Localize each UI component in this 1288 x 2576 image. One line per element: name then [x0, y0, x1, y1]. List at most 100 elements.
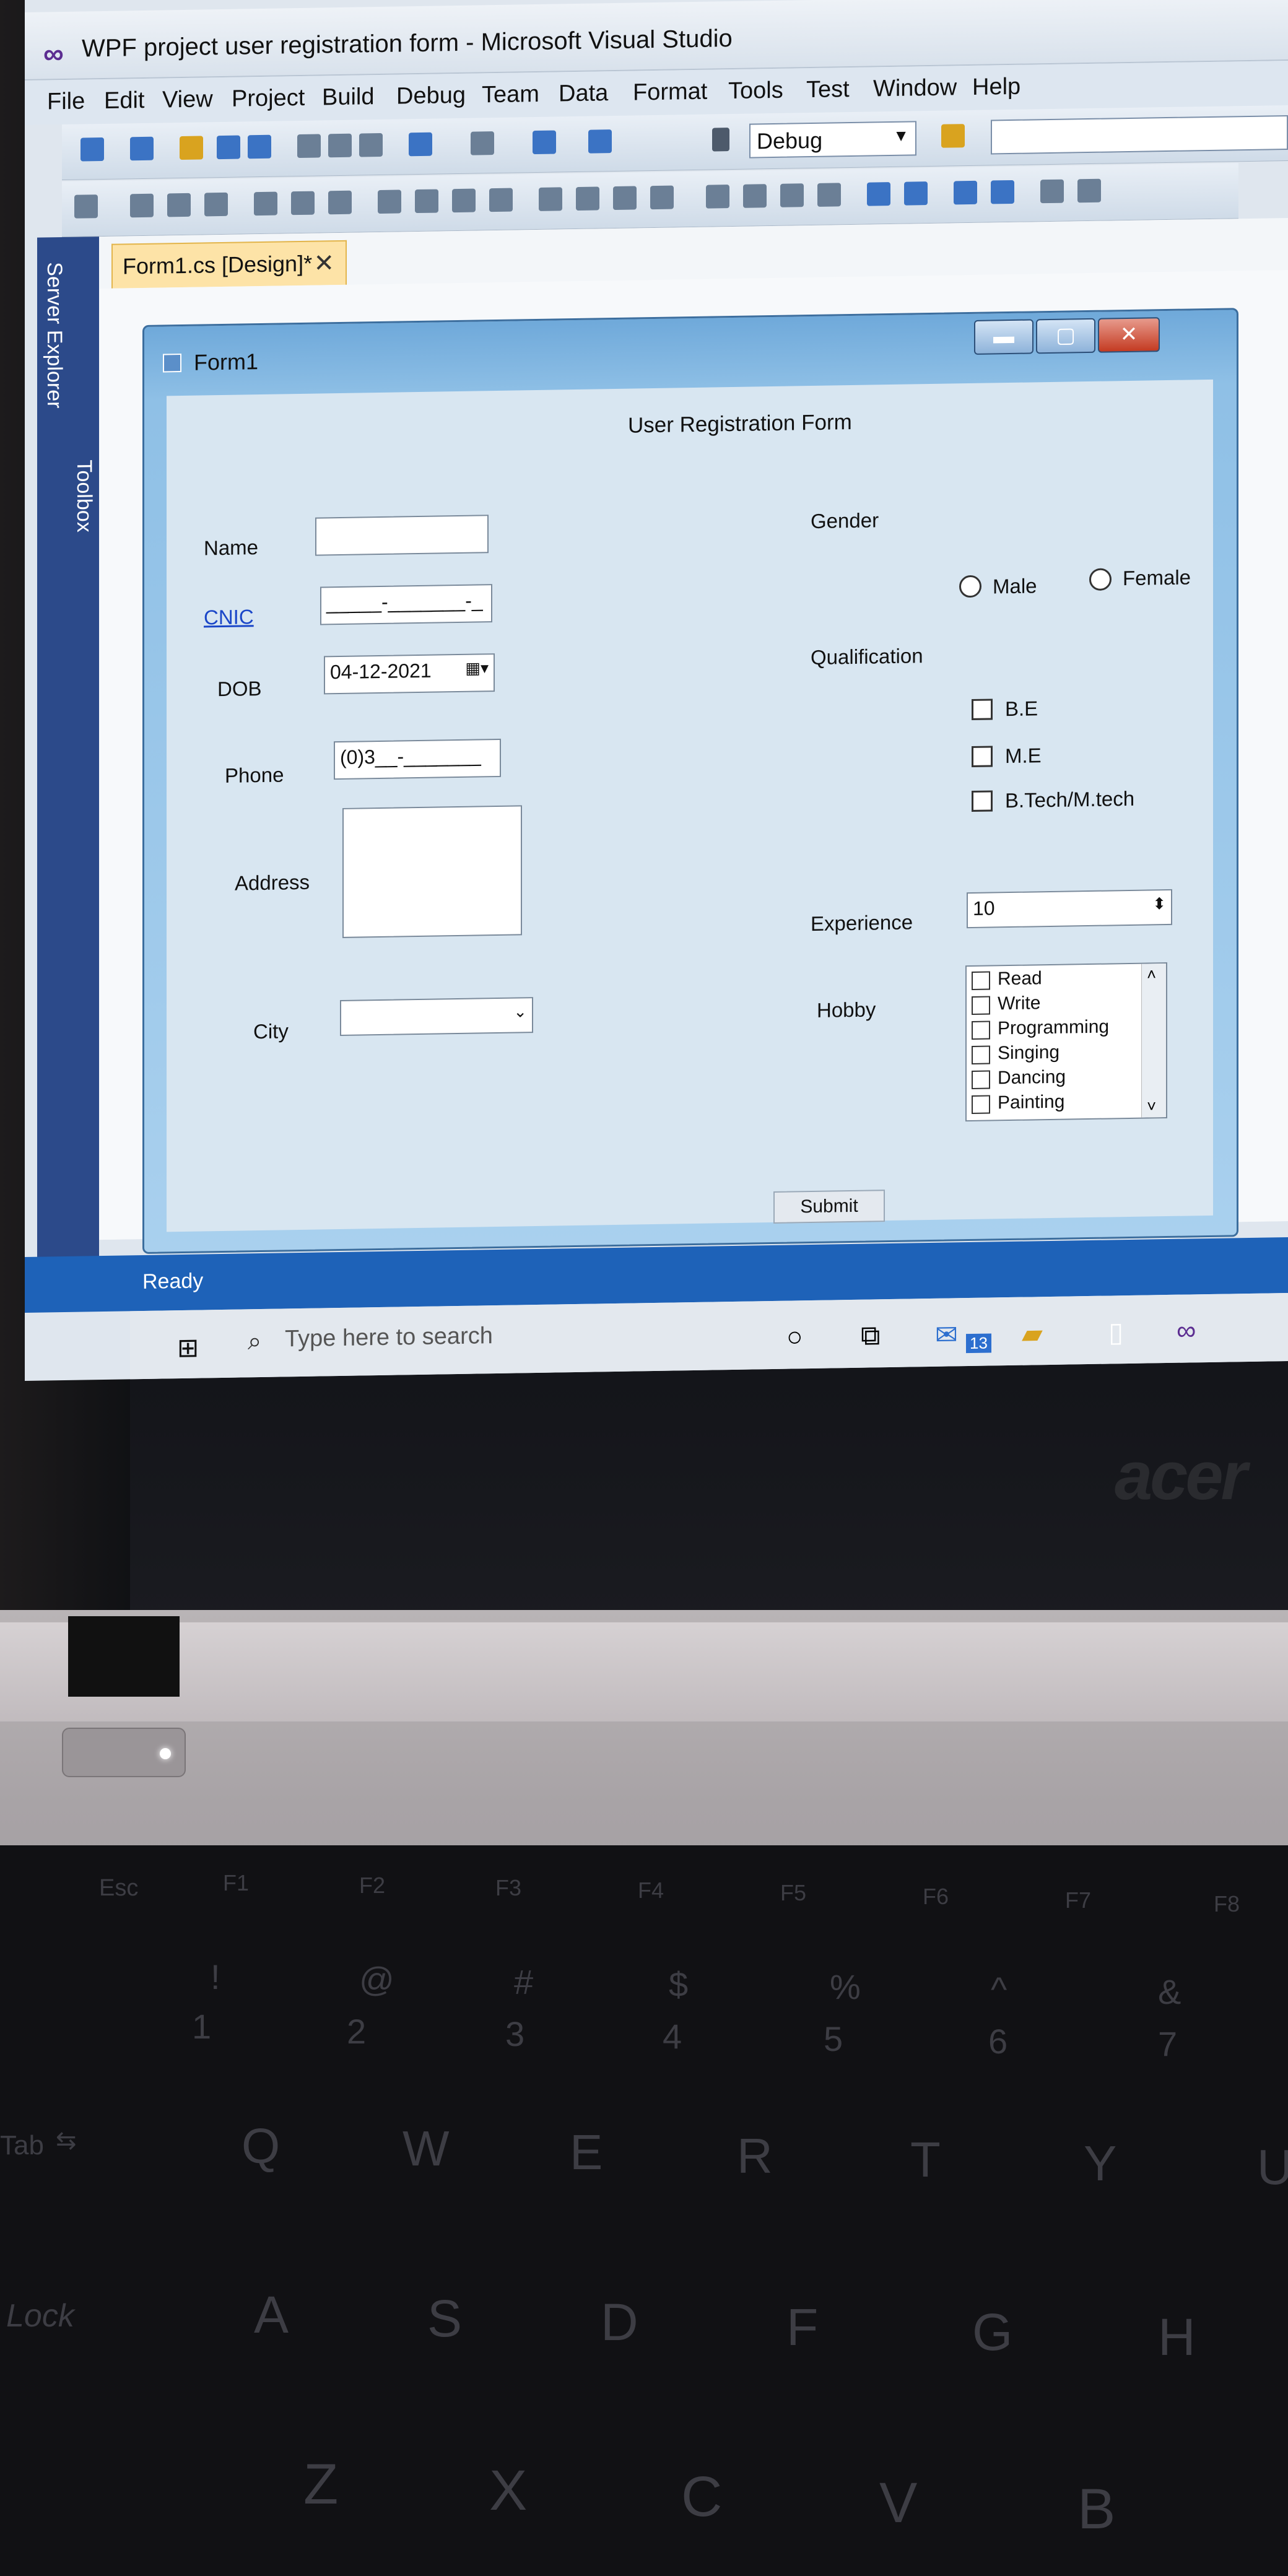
toolbox-tab[interactable]: Toolbox — [72, 459, 96, 533]
align-to-grid-icon[interactable] — [74, 194, 98, 219]
dob-date-picker[interactable]: 04-12-2021 ▦▾ — [324, 653, 495, 695]
start-debugging-icon[interactable] — [712, 128, 729, 152]
menu-format[interactable]: Format — [633, 79, 707, 107]
hobby-checkbox[interactable] — [972, 1095, 990, 1114]
key-f1[interactable]: F1 — [223, 1870, 249, 1896]
key-g[interactable]: G — [972, 2302, 1012, 2362]
key-z[interactable]: Z — [303, 2452, 338, 2517]
navigate-forward-icon[interactable] — [588, 129, 612, 154]
key-7[interactable]: 7 — [1158, 2024, 1177, 2064]
key-a[interactable]: A — [254, 2285, 289, 2345]
align-lefts-icon[interactable] — [130, 193, 154, 218]
key-f8[interactable]: F8 — [1214, 1891, 1240, 1917]
male-radio[interactable] — [959, 575, 981, 598]
key-b[interactable]: B — [1077, 2477, 1115, 2542]
phone-masked-input[interactable]: (0)3__-_______ — [334, 738, 501, 780]
hobby-listbox-scrollbar[interactable]: ˄ ˅ — [1141, 964, 1166, 1118]
qualification-me-label[interactable]: M.E — [1005, 744, 1042, 768]
hobby-checkbox[interactable] — [972, 971, 990, 990]
key-tab[interactable]: Tab — [0, 2130, 44, 2161]
key-3[interactable]: 3 — [505, 2014, 524, 2054]
name-input[interactable] — [315, 515, 489, 556]
menu-file[interactable]: File — [47, 88, 85, 115]
open-folder-icon[interactable] — [180, 136, 203, 160]
remove-vertical-spacing-icon[interactable] — [817, 183, 841, 207]
key-f4[interactable]: F4 — [638, 1878, 664, 1904]
key-x[interactable]: X — [489, 2458, 527, 2523]
close-button[interactable]: ✕ — [1098, 317, 1160, 353]
save-icon[interactable] — [217, 135, 240, 160]
align-tops-icon[interactable] — [254, 191, 277, 216]
qualification-be-checkbox[interactable] — [972, 698, 993, 720]
align-bottoms-icon[interactable] — [328, 190, 352, 215]
female-radio-label[interactable]: Female — [1123, 565, 1191, 590]
remove-horizontal-spacing-icon[interactable] — [650, 185, 674, 210]
female-radio[interactable] — [1089, 568, 1112, 591]
address-textarea[interactable] — [342, 805, 522, 938]
bring-to-front-icon[interactable] — [954, 180, 977, 205]
key-f5[interactable]: F5 — [780, 1880, 806, 1906]
male-radio-label[interactable]: Male — [993, 574, 1037, 598]
key-q[interactable]: Q — [242, 2118, 280, 2175]
new-project-icon[interactable] — [80, 137, 104, 162]
key-w[interactable]: W — [402, 2120, 450, 2177]
align-middles-icon[interactable] — [291, 191, 315, 215]
size-to-grid-icon[interactable] — [489, 188, 513, 212]
cut-icon[interactable] — [297, 134, 321, 159]
align-rights-icon[interactable] — [204, 192, 228, 217]
calendar-dropdown-icon[interactable]: ▦▾ — [465, 658, 489, 678]
menu-project[interactable]: Project — [232, 85, 305, 113]
key-f[interactable]: F — [786, 2297, 818, 2357]
key-u[interactable]: U — [1257, 2139, 1288, 2196]
key-c[interactable]: C — [681, 2465, 722, 2530]
center-horizontally-icon[interactable] — [867, 182, 890, 206]
menu-test[interactable]: Test — [806, 76, 850, 103]
menu-build[interactable]: Build — [322, 84, 375, 111]
document-tab-form1-design[interactable]: Form1.cs [Design]* ✕ — [111, 240, 347, 289]
key-f6[interactable]: F6 — [923, 1884, 949, 1910]
hobby-item[interactable]: Singing — [998, 1042, 1060, 1064]
qualification-me-checkbox[interactable] — [972, 746, 993, 767]
key-caps-lock[interactable]: Lock — [6, 2297, 74, 2334]
maximize-button[interactable]: ▢ — [1036, 318, 1095, 354]
key-t[interactable]: T — [910, 2131, 941, 2188]
key-f3[interactable]: F3 — [495, 1875, 521, 1901]
key-r[interactable]: R — [737, 2128, 773, 2185]
cortana-icon[interactable]: ○ — [786, 1321, 803, 1352]
submit-button[interactable]: Submit — [773, 1190, 885, 1224]
key-e[interactable]: E — [570, 2124, 603, 2181]
menu-help[interactable]: Help — [972, 74, 1020, 101]
cnic-label[interactable]: CNIC — [204, 605, 254, 629]
menu-team[interactable]: Team — [482, 81, 539, 108]
hobby-checkbox[interactable] — [972, 996, 990, 1015]
qualification-be-label[interactable]: B.E — [1005, 697, 1038, 721]
key-h[interactable]: H — [1158, 2307, 1196, 2367]
tab-order-icon[interactable] — [1040, 179, 1064, 204]
menu-window[interactable]: Window — [873, 74, 957, 102]
task-view-icon[interactable]: ⧉ — [861, 1320, 880, 1351]
copy-icon[interactable] — [328, 133, 352, 158]
redo-icon[interactable] — [471, 131, 494, 155]
menu-edit[interactable]: Edit — [104, 87, 144, 115]
make-same-size-icon[interactable] — [452, 188, 476, 213]
hobby-item[interactable]: Painting — [998, 1092, 1064, 1114]
paste-icon[interactable] — [359, 133, 383, 157]
save-all-icon[interactable] — [248, 134, 271, 159]
horizontal-spacing-icon[interactable] — [539, 187, 562, 211]
center-vertically-icon[interactable] — [904, 181, 928, 206]
decrease-vertical-spacing-icon[interactable] — [780, 183, 804, 207]
form1-window[interactable]: Form1 ▬ ▢ ✕ User Registration Form Name … — [142, 308, 1238, 1255]
toolbar-options-icon[interactable] — [1077, 178, 1101, 203]
menu-view[interactable]: View — [162, 86, 213, 113]
find-in-files-icon[interactable] — [941, 124, 965, 148]
hobby-item[interactable]: Dancing — [998, 1067, 1066, 1089]
increase-horizontal-spacing-icon[interactable] — [576, 186, 599, 211]
menu-tools[interactable]: Tools — [728, 77, 783, 105]
experience-numeric-updown[interactable]: 10 ⬍ — [967, 889, 1172, 929]
key-f2[interactable]: F2 — [359, 1873, 385, 1899]
scroll-up-icon[interactable]: ˄ — [1147, 965, 1156, 984]
add-item-icon[interactable] — [130, 136, 154, 161]
key-1[interactable]: 1 — [192, 2006, 211, 2047]
close-tab-icon[interactable]: ✕ — [313, 249, 334, 278]
file-explorer-icon[interactable]: ▰ — [1022, 1318, 1043, 1350]
